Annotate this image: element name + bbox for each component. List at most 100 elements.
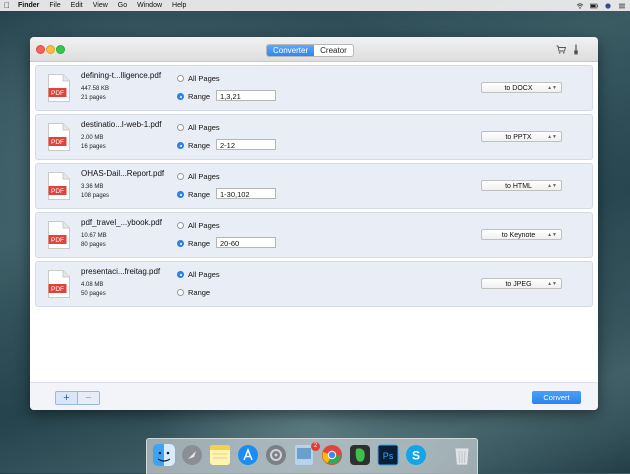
- file-size: 3.36 MB: [81, 184, 104, 190]
- range-radio[interactable]: [177, 289, 184, 296]
- format-select[interactable]: to JPEG ▲▼: [481, 278, 562, 289]
- range-option[interactable]: Range: [177, 141, 210, 150]
- tab-creator[interactable]: Creator: [314, 45, 353, 56]
- file-name: OHAS-Dail...Report.pdf: [81, 169, 165, 178]
- file-pages: 80 pages: [81, 242, 106, 248]
- file-row[interactable]: PDF presentaci...freitag.pdf 4.08 MB 50 …: [35, 261, 593, 307]
- range-option[interactable]: Range: [177, 190, 210, 199]
- file-name: presentaci...freitag.pdf: [81, 267, 161, 276]
- app-store-icon[interactable]: [237, 444, 259, 466]
- format-select[interactable]: to Keynote ▲▼: [481, 229, 562, 240]
- range-label: Range: [188, 141, 211, 150]
- chevron-updown-icon: ▲▼: [547, 281, 557, 287]
- format-select-value: to PPTX: [505, 134, 532, 141]
- notification-center-icon[interactable]: [618, 3, 626, 9]
- format-select[interactable]: to PPTX ▲▼: [481, 131, 562, 142]
- range-option[interactable]: Range: [177, 92, 210, 101]
- tab-converter[interactable]: Converter: [267, 45, 315, 56]
- finder-icon[interactable]: [153, 444, 175, 466]
- user-icon[interactable]: [604, 2, 612, 9]
- title-bar: Converter Creator: [30, 37, 598, 62]
- launchpad-icon[interactable]: [181, 444, 203, 466]
- file-list: PDF defining-t...lligence.pdf 447.58 KB …: [35, 65, 593, 310]
- menu-file[interactable]: File: [49, 2, 60, 9]
- remove-file-button[interactable]: −: [77, 392, 99, 404]
- app-window: Converter Creator PDF defining-t...llige…: [30, 37, 598, 410]
- all-pages-option[interactable]: All Pages: [177, 270, 220, 279]
- file-size: 10.67 MB: [81, 233, 107, 239]
- file-row[interactable]: PDF defining-t...lligence.pdf 447.58 KB …: [35, 65, 593, 111]
- apple-icon[interactable]: : [4, 1, 10, 10]
- minimize-button[interactable]: [46, 45, 55, 54]
- all-pages-radio[interactable]: [177, 222, 184, 229]
- add-file-button[interactable]: +: [56, 392, 77, 404]
- range-radio[interactable]: [177, 142, 184, 149]
- file-row[interactable]: PDF pdf_travel_...ybook.pdf 10.67 MB 80 …: [35, 212, 593, 258]
- range-label: Range: [188, 92, 211, 101]
- pdf-icon-label: PDF: [51, 237, 64, 244]
- all-pages-label: All Pages: [188, 74, 220, 83]
- menu-go[interactable]: Go: [118, 2, 127, 9]
- chevron-updown-icon: ▲▼: [547, 85, 557, 91]
- format-select[interactable]: to DOCX ▲▼: [481, 82, 562, 93]
- range-input[interactable]: 20-60: [216, 237, 276, 248]
- range-input[interactable]: 2-12: [216, 139, 276, 150]
- brush-icon[interactable]: [573, 44, 579, 55]
- range-label: Range: [188, 239, 211, 248]
- all-pages-label: All Pages: [188, 270, 220, 279]
- all-pages-option[interactable]: All Pages: [177, 221, 220, 230]
- notification-badge: 2: [311, 442, 320, 451]
- convert-button[interactable]: Convert: [532, 391, 581, 404]
- menu-bar:  Finder File Edit View Go Window Help: [0, 0, 630, 11]
- wifi-icon[interactable]: [576, 2, 584, 9]
- menu-finder[interactable]: Finder: [18, 2, 39, 9]
- chevron-updown-icon: ▲▼: [547, 183, 557, 189]
- battery-icon[interactable]: [590, 3, 598, 9]
- evernote-icon[interactable]: [349, 444, 371, 466]
- chevron-updown-icon: ▲▼: [547, 232, 557, 238]
- skype-icon[interactable]: S: [405, 444, 427, 466]
- pdf-icon-label: PDF: [51, 188, 64, 195]
- file-row[interactable]: PDF OHAS-Dail...Report.pdf 3.36 MB 108 p…: [35, 163, 593, 209]
- pdf-file-icon: PDF: [48, 221, 70, 249]
- all-pages-option[interactable]: All Pages: [177, 172, 220, 181]
- chrome-icon[interactable]: [321, 444, 343, 466]
- file-pages: 108 pages: [81, 193, 110, 199]
- zoom-button[interactable]: [56, 45, 65, 54]
- close-button[interactable]: [36, 45, 45, 54]
- menu-edit[interactable]: Edit: [71, 2, 83, 9]
- add-remove-control: + −: [55, 391, 100, 405]
- range-option[interactable]: Range: [177, 288, 210, 297]
- range-label: Range: [188, 190, 211, 199]
- format-select[interactable]: to HTML ▲▼: [481, 180, 562, 191]
- file-size: 447.58 KB: [81, 86, 110, 92]
- pdf-file-icon: PDF: [48, 123, 70, 151]
- all-pages-option[interactable]: All Pages: [177, 74, 220, 83]
- system-preferences-icon[interactable]: [265, 444, 287, 466]
- menu-window[interactable]: Window: [137, 2, 162, 9]
- all-pages-label: All Pages: [188, 172, 220, 181]
- all-pages-radio[interactable]: [177, 124, 184, 131]
- all-pages-option[interactable]: All Pages: [177, 123, 220, 132]
- range-radio[interactable]: [177, 191, 184, 198]
- all-pages-radio[interactable]: [177, 173, 184, 180]
- range-input[interactable]: 1-30,102: [216, 188, 276, 199]
- svg-text:Ps: Ps: [383, 451, 394, 461]
- file-row[interactable]: PDF destinatio...l-web-1.pdf 2.00 MB 16 …: [35, 114, 593, 160]
- menu-help[interactable]: Help: [172, 2, 186, 9]
- range-radio[interactable]: [177, 240, 184, 247]
- cart-icon[interactable]: [556, 45, 566, 54]
- file-size: 2.00 MB: [81, 135, 104, 141]
- photoshop-icon[interactable]: Ps: [377, 444, 399, 466]
- trash-icon[interactable]: [451, 444, 473, 466]
- file-size: 4.08 MB: [81, 282, 104, 288]
- all-pages-radio[interactable]: [177, 75, 184, 82]
- menu-view[interactable]: View: [93, 2, 108, 9]
- range-input[interactable]: 1,3,21: [216, 90, 276, 101]
- file-pages: 16 pages: [81, 144, 106, 150]
- all-pages-radio[interactable]: [177, 271, 184, 278]
- pdf-file-icon: PDF: [48, 74, 70, 102]
- notes-icon[interactable]: [209, 444, 231, 466]
- range-radio[interactable]: [177, 93, 184, 100]
- range-option[interactable]: Range: [177, 239, 210, 248]
